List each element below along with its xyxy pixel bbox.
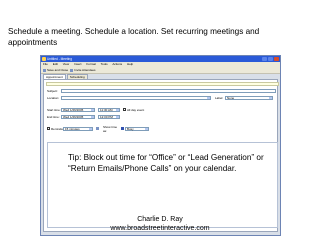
reminder-dropdown[interactable]: 15 minutes [63,126,93,131]
window-controls [262,57,279,61]
busy-color-swatch [121,127,124,130]
toolbar: Save and Close Invite Attendees [41,67,280,74]
maximize-button[interactable] [268,57,273,61]
menu-file[interactable]: File [43,62,48,66]
all-day-checkbox[interactable] [123,108,126,111]
label-label: Label: [215,95,224,100]
location-input[interactable] [61,95,211,100]
start-date-picker[interactable]: Wed 1/26/2005 [61,107,95,112]
start-row: Start time: Wed 1/26/2005 11:30 AM All d… [47,107,144,112]
presenter-name: Charlie D. Ray [137,216,183,223]
close-button[interactable] [274,57,279,61]
save-close-label: Save and Close [47,68,69,72]
calendar-icon [42,57,46,61]
invite-attendees-label: Invite Attendees [74,68,96,72]
end-label: End time: [47,114,60,119]
end-time-picker[interactable]: 12:00 PM [98,114,120,119]
reminder-label: Reminder: [51,126,65,131]
reminder-checkbox[interactable] [47,127,50,130]
location-row: Location: Label: None [47,95,273,100]
menu-insert[interactable]: Insert [74,62,82,66]
window-title-bar[interactable]: Untitled - Meeting [41,56,280,62]
menu-edit[interactable]: Edit [53,62,58,66]
reminder-sound-icon[interactable] [96,127,99,130]
menu-actions[interactable]: Actions [112,62,122,66]
minimize-button[interactable] [262,57,267,61]
subject-input[interactable] [61,88,276,93]
menu-view[interactable]: View [63,62,69,66]
label-dropdown[interactable]: None [225,95,273,100]
presenter-url[interactable]: www.broadstreetinteractive.com [0,225,320,233]
slide-heading: Schedule a meeting. Schedule a location.… [8,27,260,47]
outlook-meeting-window: Untitled - Meeting File Edit View Insert… [40,55,281,236]
reminder-row: Reminder: 15 minutes Show time as: Busy [47,124,149,133]
attendees-icon [70,68,74,72]
tip-text: Tip: Block out time for “Office” or “Lea… [68,153,264,173]
save-close-button[interactable]: Save and Close [43,68,68,72]
invite-attendees-button[interactable]: Invite Attendees [70,68,96,72]
info-bar [46,82,279,86]
end-date-picker[interactable]: Wed 1/26/2005 [61,114,95,119]
menu-tools[interactable]: Tools [101,62,108,66]
menu-format[interactable]: Format [86,62,96,66]
window-title: Untitled - Meeting [47,57,72,61]
start-time-picker[interactable]: 11:30 AM [98,107,120,112]
subject-row: Subject: [47,88,276,93]
menu-help[interactable]: Help [127,62,133,66]
end-row: End time: Wed 1/26/2005 12:00 PM [47,114,120,119]
subject-label: Subject: [47,88,58,93]
show-time-dropdown[interactable]: Busy [125,126,149,131]
all-day-label: All day event [127,107,145,112]
show-time-label: Show time as: [103,124,118,133]
location-label: Location: [47,95,60,100]
start-label: Start time: [47,107,61,112]
save-icon [43,68,46,72]
